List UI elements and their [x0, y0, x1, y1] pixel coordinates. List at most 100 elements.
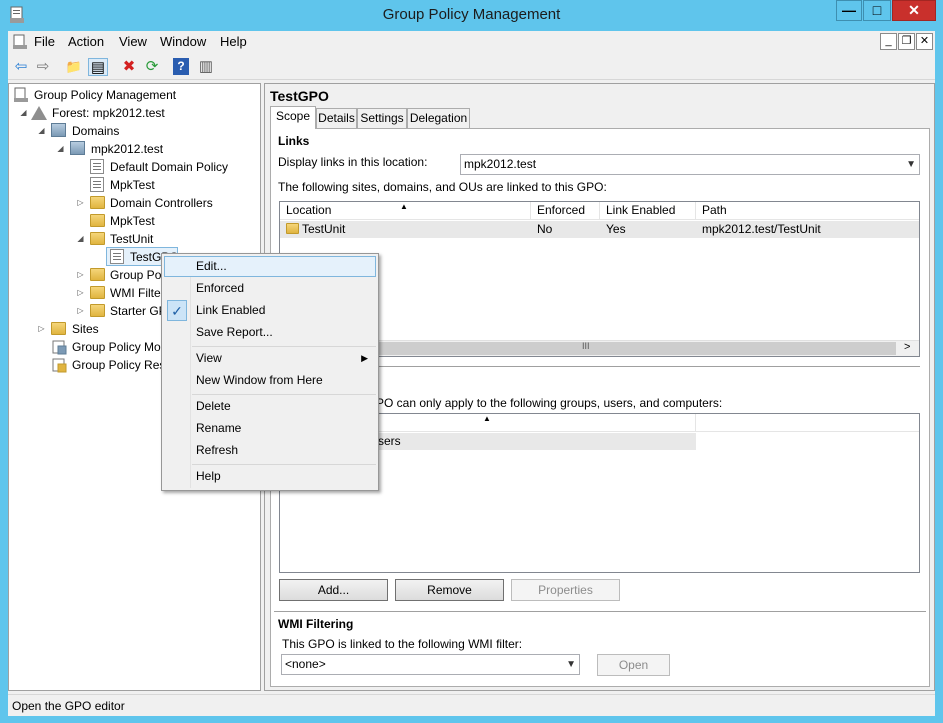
menu-item-view[interactable]: View ▶ — [164, 348, 376, 369]
tab-settings[interactable]: Settings — [357, 108, 407, 128]
delete-icon[interactable]: ✖ — [119, 58, 139, 76]
tree-domains-label: Domains — [72, 124, 120, 138]
refresh-icon[interactable]: ⟳ — [142, 58, 162, 76]
tree-mpktest-ou-label: MpkTest — [110, 214, 155, 228]
menu-item-link-enabled[interactable]: Link Enabled — [164, 300, 376, 321]
table-row[interactable]: TestUnit No Yes mpk2012.test/TestUnit — [280, 221, 919, 238]
collapse-icon[interactable]: ◢ — [76, 234, 85, 243]
linked-description: The following sites, domains, and OUs ar… — [278, 180, 607, 194]
wmi-heading: WMI Filtering — [278, 617, 354, 631]
back-arrow-icon[interactable]: ⇦ — [11, 58, 31, 76]
collapse-icon[interactable]: ◢ — [19, 108, 28, 117]
tree-gp-modeling-label: Group Policy Mo — [72, 340, 161, 354]
scroll-right-icon[interactable]: > — [904, 341, 910, 353]
tree-mpktest-link-label: MpkTest — [110, 178, 155, 192]
security-filter-description: PO can only apply to the following group… — [376, 396, 723, 410]
column-enforced[interactable]: Enforced — [531, 202, 600, 220]
close-button[interactable]: ✕ — [892, 0, 936, 21]
section-divider — [274, 611, 926, 612]
menu-view[interactable]: View — [119, 34, 147, 49]
menu-item-help[interactable]: Help — [164, 466, 376, 487]
expand-icon[interactable]: ▷ — [76, 198, 85, 207]
gpo-title: TestGPO — [270, 88, 329, 104]
sites-folder-icon — [51, 322, 66, 335]
domain-icon — [70, 141, 85, 155]
properties-icon[interactable]: ▥ — [196, 58, 216, 76]
display-links-label: Display links in this location: — [278, 155, 428, 169]
mdi-close-button[interactable]: ✕ — [916, 33, 933, 50]
tab-details[interactable]: Details — [316, 108, 357, 128]
forward-arrow-icon[interactable]: ⇨ — [33, 58, 53, 76]
remove-button[interactable]: Remove — [395, 579, 504, 601]
menu-separator — [192, 464, 376, 465]
menu-action[interactable]: Action — [68, 34, 104, 49]
window-title: Group Policy Management — [382, 6, 561, 23]
add-button[interactable]: Add... — [279, 579, 388, 601]
mdi-minimize-button[interactable]: _ — [880, 33, 897, 50]
results-icon — [51, 357, 67, 373]
menu-file[interactable]: File — [34, 34, 55, 49]
menu-separator — [192, 394, 376, 395]
up-folder-icon[interactable]: 📁 — [64, 58, 84, 76]
menu-item-refresh[interactable]: Refresh — [164, 440, 376, 461]
column-link-enabled[interactable]: Link Enabled — [600, 202, 696, 220]
show-hide-tree-icon[interactable]: ▤ — [88, 58, 108, 76]
tree-wmi-filters-label: WMI Filte — [110, 286, 161, 300]
menu-item-view-label: View — [196, 351, 222, 365]
starter-folder-icon — [90, 304, 105, 317]
gpo-link-icon — [90, 159, 104, 174]
console-icon[interactable] — [12, 34, 28, 50]
menu-item-rename[interactable]: Rename — [164, 418, 376, 439]
properties-button[interactable]: Properties — [511, 579, 620, 601]
collapse-icon[interactable]: ◢ — [37, 126, 46, 135]
collapse-icon[interactable]: ◢ — [56, 144, 65, 153]
submenu-arrow-icon: ▶ — [361, 353, 368, 363]
sort-ascending-icon: ▲ — [483, 414, 491, 423]
wmi-filter-value: <none> — [285, 657, 326, 671]
sort-ascending-icon: ▲ — [400, 202, 408, 211]
expand-icon[interactable]: ▷ — [76, 270, 85, 279]
menu-item-enforced[interactable]: Enforced — [164, 278, 376, 299]
tree-starter-gpos-label: Starter GP — [110, 304, 167, 318]
minimize-button[interactable]: — — [836, 0, 862, 21]
mdi-restore-button[interactable]: ❐ — [898, 33, 915, 50]
display-links-combo[interactable]: mpk2012.test ▼ — [460, 154, 920, 175]
help-icon[interactable]: ? — [173, 58, 189, 75]
menu-item-edit[interactable]: Edit... — [164, 256, 376, 277]
tab-delegation[interactable]: Delegation — [407, 108, 470, 128]
open-button[interactable]: Open — [597, 654, 670, 676]
tab-scope[interactable]: Scope — [270, 106, 316, 129]
tree-group-policy-objects-label: Group Po — [110, 268, 162, 282]
scrollbar-grip: III — [582, 341, 590, 351]
menu-bar: File Action View Window Help _ ❐ ✕ — [8, 31, 935, 53]
links-heading: Links — [278, 134, 310, 148]
tree-domain-controllers-label: Domain Controllers — [110, 196, 213, 210]
status-text: Open the GPO editor — [12, 699, 125, 713]
tree-gp-results-label: Group Policy Res — [72, 358, 166, 372]
column-location-label: Location — [286, 203, 332, 217]
menu-item-save-report[interactable]: Save Report... — [164, 322, 376, 343]
chevron-down-icon: ▼ — [906, 159, 916, 170]
menu-help[interactable]: Help — [220, 34, 247, 49]
gpo-folder-icon — [90, 268, 105, 281]
gpo-link-icon — [90, 177, 104, 192]
menu-item-delete[interactable]: Delete — [164, 396, 376, 417]
gpo-link-icon — [110, 249, 124, 264]
column-path[interactable]: Path — [696, 202, 919, 220]
wmi-filter-combo[interactable]: <none> ▼ — [281, 654, 580, 675]
tree-testunit-label: TestUnit — [110, 232, 154, 246]
menu-item-new-window[interactable]: New Window from Here — [164, 370, 376, 391]
expand-icon[interactable]: ▷ — [76, 288, 85, 297]
column-location[interactable]: Location ▲ — [280, 202, 531, 220]
domains-icon — [51, 123, 66, 137]
menu-window[interactable]: Window — [160, 34, 206, 49]
scrollbar-thumb[interactable]: III — [376, 341, 896, 355]
menu-separator — [192, 346, 376, 347]
ou-folder-icon — [90, 196, 105, 209]
tree-sites-label: Sites — [72, 322, 99, 336]
expand-icon[interactable]: ▷ — [37, 324, 46, 333]
tree-forest-label: Forest: mpk2012.test — [52, 106, 165, 120]
maximize-button[interactable]: □ — [863, 0, 891, 21]
chevron-down-icon: ▼ — [566, 659, 576, 670]
expand-icon[interactable]: ▷ — [76, 306, 85, 315]
